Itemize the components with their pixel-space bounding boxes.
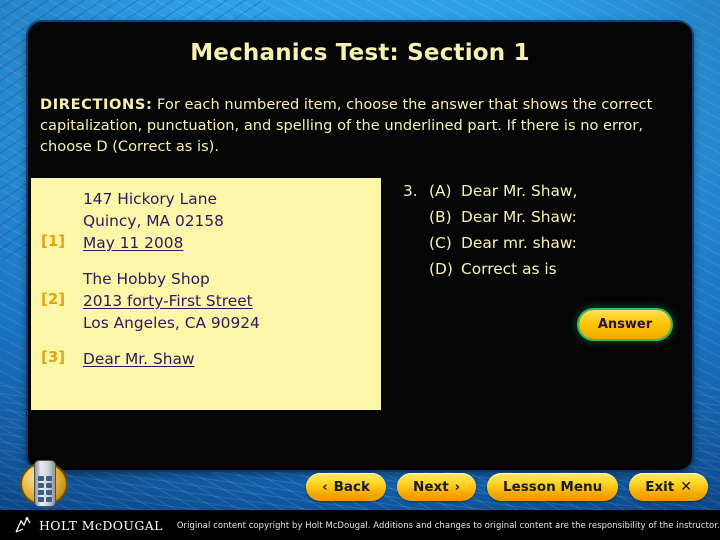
passage-row: Quincy, MA 02158 <box>31 210 381 232</box>
passage-text: Quincy, MA 02158 <box>83 212 224 230</box>
lesson-menu-button[interactable]: Lesson Menu <box>487 473 619 501</box>
passage-underlined-text: Dear Mr. Shaw <box>83 350 195 368</box>
passage-row: [3] Dear Mr. Shaw <box>31 348 381 370</box>
passage-item-number: [1] <box>41 232 66 250</box>
passage-gap <box>31 334 381 348</box>
passage-row: The Hobby Shop <box>31 268 381 290</box>
question-number: 3. <box>403 182 418 200</box>
next-button-label: Next <box>413 479 449 495</box>
answer-choice-text: Dear mr. shaw: <box>461 234 577 252</box>
answer-choice-label: (B) <box>429 208 452 226</box>
back-button-label: Back <box>333 479 371 495</box>
answer-button[interactable]: Answer <box>579 310 671 339</box>
copyright-text: Original content copyright by Holt McDou… <box>176 520 720 530</box>
chevron-left-icon: ‹ <box>322 479 328 495</box>
next-button[interactable]: Next › <box>397 473 477 501</box>
back-button[interactable]: ‹ Back <box>306 473 387 501</box>
footer-bar: HOLT McDOUGAL Original content copyright… <box>0 510 720 540</box>
navigation-bar: ‹ Back Next › Lesson Menu Exit ✕ <box>0 472 720 502</box>
passage-text: The Hobby Shop <box>83 270 210 288</box>
answer-choice[interactable]: (D) Correct as is <box>403 256 683 282</box>
lesson-menu-button-label: Lesson Menu <box>503 479 603 495</box>
passage-box: 147 Hickory Lane Quincy, MA 02158 [1] May 1… <box>31 178 381 410</box>
passage-rows: 147 Hickory Lane Quincy, MA 02158 [1] May 1… <box>31 188 381 370</box>
holt-mcdougal-logo-icon <box>14 516 32 533</box>
answer-choice-text: Dear Mr. Shaw, <box>461 182 578 200</box>
passage-row: Los Angeles, CA 90924 <box>31 312 381 334</box>
answer-choice[interactable]: (C) Dear mr. shaw: <box>403 230 683 256</box>
answer-choice-label: (D) <box>429 260 453 278</box>
answer-choice-text: Correct as is <box>461 260 557 278</box>
passage-item-number: [2] <box>41 290 66 308</box>
passage-row: [2] 2013 forty-First Street <box>31 290 381 312</box>
directions-label: DIRECTIONS: <box>40 96 153 113</box>
passage-item-number: [3] <box>41 348 66 366</box>
passage-underlined-text: 2013 forty-First Street <box>83 292 253 310</box>
brand: HOLT McDOUGAL <box>14 516 163 533</box>
answer-choice[interactable]: 3. (A) Dear Mr. Shaw, <box>403 178 683 204</box>
directions-block: DIRECTIONS: For each numbered item, choo… <box>40 94 660 157</box>
answer-choice-text: Dear Mr. Shaw: <box>461 208 577 226</box>
brand-name: HOLT McDOUGAL <box>39 517 163 533</box>
slide-panel: Mechanics Test: Section 1 DIRECTIONS: Fo… <box>28 22 692 470</box>
passage-text: 147 Hickory Lane <box>83 190 217 208</box>
answer-choice-label: (C) <box>429 234 452 252</box>
page-title: Mechanics Test: Section 1 <box>190 40 530 66</box>
question-block: 3. (A) Dear Mr. Shaw, (B) Dear Mr. Shaw: (C) D… <box>403 178 683 282</box>
passage-underlined-text: May 11 2008 <box>83 234 184 252</box>
exit-button[interactable]: Exit ✕ <box>629 473 708 501</box>
answer-choice[interactable]: (B) Dear Mr. Shaw: <box>403 204 683 230</box>
passage-row: 147 Hickory Lane <box>31 188 381 210</box>
passage-gap <box>31 254 381 268</box>
chevron-right-icon: › <box>454 479 461 495</box>
slide-stage: Mechanics Test: Section 1 DIRECTIONS: Fo… <box>0 0 720 540</box>
passage-text: Los Angeles, CA 90924 <box>83 314 260 332</box>
passage-row: [1] May 11 2008 <box>31 232 381 254</box>
exit-button-label: Exit <box>645 479 675 495</box>
close-icon: ✕ <box>680 479 692 495</box>
answer-choice-label: (A) <box>429 182 452 200</box>
